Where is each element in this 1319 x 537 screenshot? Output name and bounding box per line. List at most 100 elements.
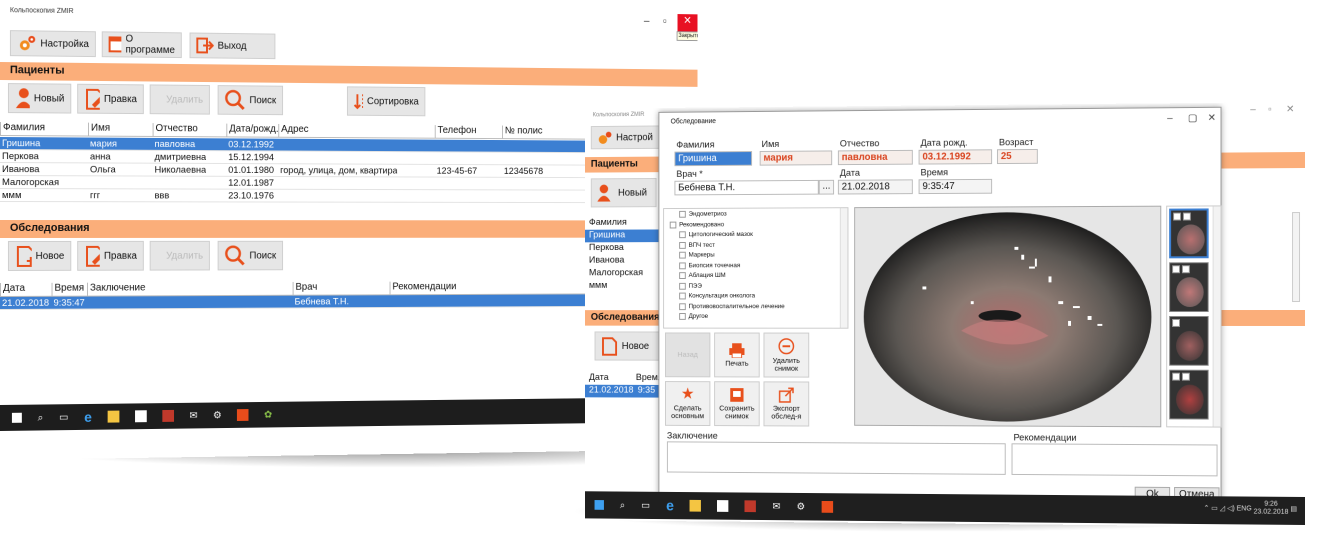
tree-scrollbar[interactable] <box>839 208 848 329</box>
column-header[interactable]: Дата/рожд. <box>226 123 279 138</box>
tree-checkbox[interactable] <box>679 231 686 239</box>
column-header[interactable]: Адрес <box>278 123 435 139</box>
tree-item[interactable]: Противовоспалительное лечение <box>679 303 785 310</box>
minimize-icon[interactable]: – <box>1167 113 1172 124</box>
tree-checkbox[interactable] <box>679 210 686 218</box>
mail-icon[interactable]: ✉ <box>189 410 197 421</box>
app-icon[interactable] <box>744 500 757 513</box>
app-icon[interactable] <box>162 409 174 422</box>
explorer-icon[interactable] <box>689 499 702 512</box>
thumbnail-checkbox[interactable] <box>1181 265 1190 274</box>
column-header[interactable]: Имя <box>88 122 153 137</box>
maximize-icon[interactable]: ▢ <box>1188 113 1197 124</box>
tree-item[interactable]: ВПЧ тест <box>679 241 715 249</box>
delete-patient-button[interactable]: Удалить <box>149 84 210 115</box>
colposcopy-image[interactable] <box>854 205 1162 428</box>
gear-icon[interactable]: ⚙ <box>797 501 806 512</box>
close-icon[interactable]: ✕ <box>1208 113 1216 124</box>
column-header[interactable]: № полис <box>502 125 558 140</box>
list-item[interactable]: Гришина <box>585 229 659 243</box>
tree-item[interactable]: Маркеры <box>679 251 715 259</box>
about-button[interactable]: О программе <box>101 31 182 59</box>
mail-icon[interactable]: ✉ <box>772 501 780 512</box>
tree-item[interactable]: Аблация ШМ <box>679 272 726 279</box>
delete-exam-button[interactable]: Удалить <box>149 240 210 271</box>
exit-button[interactable]: Выход <box>189 32 276 60</box>
date-field[interactable]: 21.02.2018 <box>837 179 913 195</box>
zmir-app-icon[interactable] <box>237 409 249 421</box>
surname-field[interactable]: Гришина <box>674 151 753 167</box>
search-exam-button[interactable]: Поиск <box>217 240 284 271</box>
task-view-icon[interactable]: ▭ <box>59 412 68 423</box>
search-patient-button[interactable]: Поиск <box>217 85 284 116</box>
close-icon[interactable]: ✕ <box>1286 104 1294 115</box>
doctor-browse-button[interactable]: ... <box>818 179 835 195</box>
column-header[interactable]: Телефон <box>434 125 503 140</box>
list-item[interactable]: Иванова <box>585 255 658 268</box>
name-field[interactable]: мария <box>759 150 833 166</box>
thumbnail-checkbox[interactable] <box>1173 212 1181 221</box>
edge-icon[interactable]: e <box>666 497 674 514</box>
thumbnail-checkbox[interactable] <box>1182 212 1191 221</box>
tree-checkbox[interactable] <box>679 261 686 269</box>
dob-field[interactable]: 03.12.1992 <box>918 149 993 165</box>
column-header[interactable]: Время <box>51 282 88 297</box>
edit-patient-button[interactable]: Правка <box>77 83 144 115</box>
make-main-button[interactable]: ★ Сделать основным <box>665 381 711 427</box>
search-icon[interactable]: ⌕ <box>38 412 44 423</box>
thumbnail[interactable] <box>1169 208 1209 259</box>
store-icon[interactable] <box>134 410 147 423</box>
save-photo-button[interactable]: Сохранить снимок <box>714 381 760 427</box>
tree-item[interactable]: Цитологический мазок <box>679 231 753 239</box>
patronymic-field[interactable]: павловна <box>837 149 913 166</box>
tree-checkbox[interactable] <box>679 241 686 249</box>
thumbnail-checkbox[interactable] <box>1172 318 1180 327</box>
tray-icons[interactable]: ⌃ ▭ ◿ ◁) <box>1204 505 1235 512</box>
tree-item[interactable]: Рекомендовано <box>669 221 724 228</box>
settings-button[interactable]: Настрой <box>590 125 663 150</box>
column-header[interactable]: Заключение <box>87 281 293 297</box>
tree-checkbox[interactable] <box>679 272 686 279</box>
delete-photo-button[interactable]: Удалить снимок <box>763 332 810 378</box>
edge-icon[interactable]: e <box>84 409 92 425</box>
thumbnails-scrollbar[interactable] <box>1212 206 1221 428</box>
thumbnail-checkbox[interactable] <box>1172 265 1180 274</box>
tree-checkbox[interactable] <box>679 251 686 259</box>
maximize-icon[interactable]: ▫ <box>663 16 667 28</box>
tree-checkbox[interactable] <box>669 221 677 228</box>
task-view-icon[interactable]: ▭ <box>641 500 650 511</box>
thumbnail-checkbox[interactable] <box>1181 372 1190 381</box>
tree-item[interactable]: Биопсия точечная <box>679 262 740 269</box>
sort-button[interactable]: Сортировка <box>346 86 426 117</box>
tree-item[interactable]: Другое <box>679 313 708 320</box>
explorer-icon[interactable] <box>107 410 120 423</box>
store-icon[interactable] <box>717 500 729 512</box>
tree-checkbox[interactable] <box>679 302 686 310</box>
list-item[interactable]: ммм <box>585 280 658 293</box>
print-button[interactable]: Печать <box>714 332 760 378</box>
windows-start-icon[interactable] <box>594 500 604 510</box>
search-icon[interactable]: ⌕ <box>620 500 625 511</box>
column-header[interactable]: Отчество <box>152 123 227 138</box>
scrollbar[interactable] <box>1292 212 1301 303</box>
list-item[interactable]: Перкова <box>585 242 658 255</box>
thumbnail[interactable] <box>1169 315 1209 366</box>
column-header[interactable]: Дата <box>0 282 52 297</box>
paint-icon[interactable]: ✿ <box>264 409 272 420</box>
tree-item[interactable]: Консультация онколога <box>679 293 755 300</box>
recommendations-textarea[interactable] <box>1011 443 1218 477</box>
time-field[interactable]: 9:35:47 <box>918 178 993 195</box>
back-button[interactable]: Назад <box>665 332 711 378</box>
tree-checkbox[interactable] <box>679 313 686 320</box>
minimize-icon[interactable]: – <box>1250 104 1256 115</box>
edit-exam-button[interactable]: Правка <box>77 240 144 271</box>
column-header[interactable]: Врач <box>292 281 390 296</box>
column-header[interactable]: Фамилия <box>0 122 89 137</box>
age-field[interactable]: 25 <box>996 148 1038 165</box>
language-indicator[interactable]: ENG <box>1237 505 1252 512</box>
zmir-app-icon[interactable] <box>821 500 833 513</box>
conclusion-textarea[interactable] <box>666 441 1006 475</box>
thumbnail[interactable] <box>1169 262 1209 313</box>
minimize-icon[interactable]: – <box>644 15 650 27</box>
notifications-icon[interactable]: ▤ <box>1290 506 1297 513</box>
